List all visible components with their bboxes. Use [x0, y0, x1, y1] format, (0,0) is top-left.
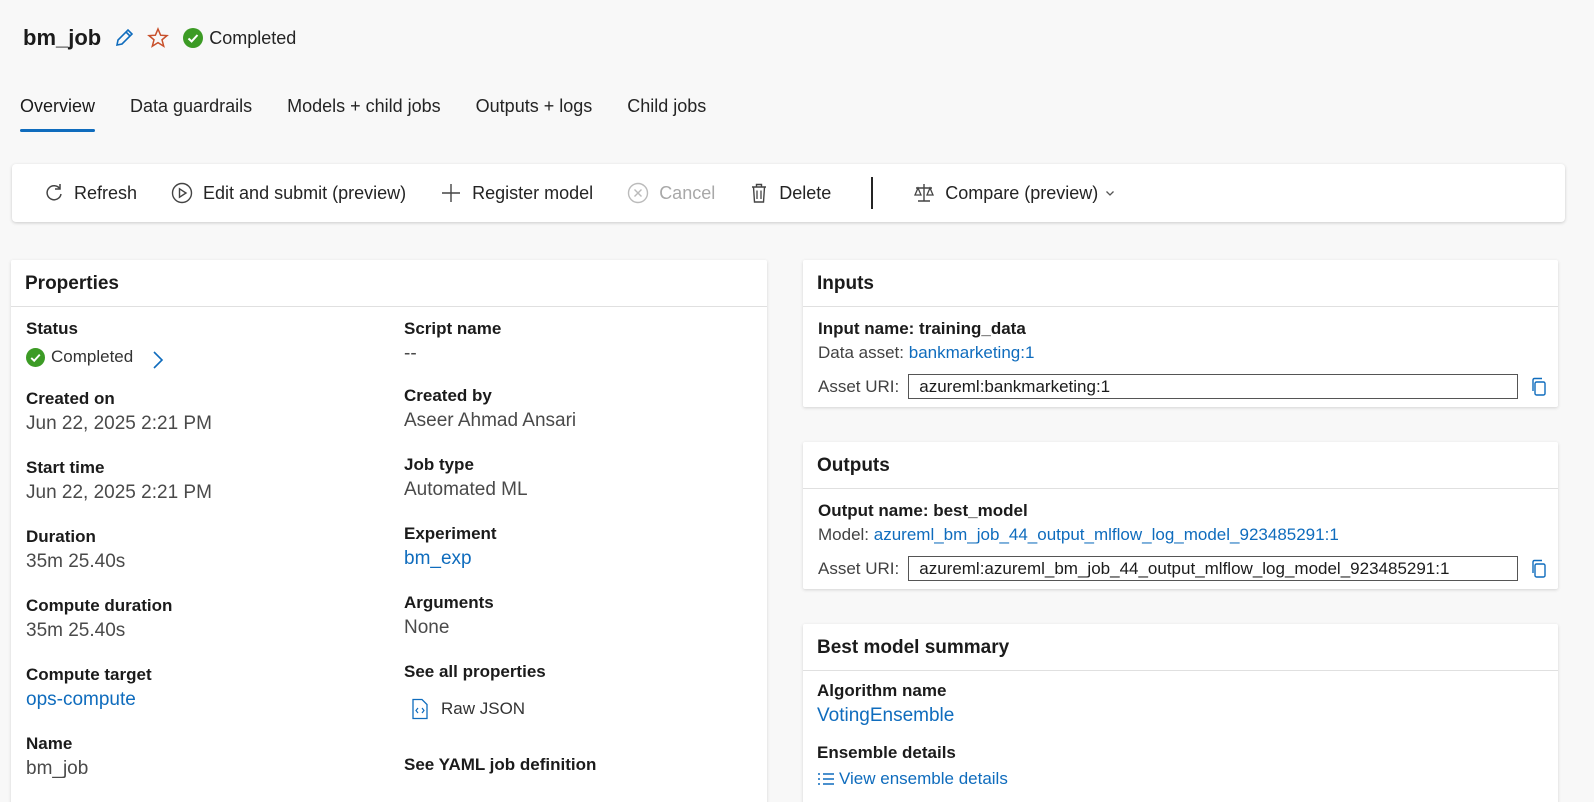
tab-outputs-logs[interactable]: Outputs + logs	[476, 92, 593, 132]
input-name: Input name: training_data	[818, 319, 1026, 338]
status-label: Status	[26, 319, 78, 338]
edit-pencil-icon[interactable]	[113, 27, 135, 49]
model-link[interactable]: azureml_bm_job_44_output_mlflow_log_mode…	[874, 525, 1339, 544]
job-type-value: Automated ML	[404, 479, 528, 500]
edit-submit-label: Edit and submit (preview)	[203, 182, 407, 203]
input-asset-uri-field[interactable]: azureml:bankmarketing:1	[908, 374, 1519, 399]
code-file-icon	[412, 698, 428, 720]
delete-label: Delete	[779, 182, 832, 203]
cancel-label: Cancel	[659, 182, 716, 203]
refresh-label: Refresh	[74, 182, 138, 203]
compute-duration-value: 35m 25.40s	[26, 620, 126, 641]
model-row: Model: azureml_bm_job_44_output_mlflow_l…	[818, 525, 1339, 545]
compare-label: Compare (preview)	[945, 182, 1099, 203]
output-asset-uri-field[interactable]: azureml:azureml_bm_job_44_output_mlflow_…	[908, 556, 1519, 581]
inputs-card: Inputs Input name: training_data Data as…	[803, 260, 1558, 407]
input-asset-uri-row: Asset URI: azureml:bankmarketing:1	[818, 374, 1548, 399]
delete-button[interactable]: Delete	[749, 182, 831, 204]
compute-duration-label: Compute duration	[26, 596, 173, 615]
created-by-label: Created by	[404, 386, 492, 405]
tab-bar: Overview Data guardrails Models + child …	[20, 92, 741, 132]
created-on-label: Created on	[26, 389, 115, 408]
scale-icon	[914, 184, 935, 202]
register-model-label: Register model	[472, 182, 594, 203]
name-label: Name	[26, 734, 73, 753]
copy-icon[interactable]	[1530, 559, 1548, 579]
chevron-right-icon[interactable]	[151, 350, 165, 370]
experiment-link[interactable]: bm_exp	[404, 548, 497, 574]
duration-label: Duration	[26, 527, 96, 546]
raw-json-label: Raw JSON	[441, 699, 526, 718]
status-text: Completed	[209, 27, 297, 48]
output-asset-uri-row: Asset URI: azureml:azureml_bm_job_44_out…	[818, 556, 1548, 581]
trash-icon	[752, 183, 767, 203]
edit-submit-button[interactable]: Edit and submit (preview)	[171, 182, 406, 204]
created-by-value: Aseer Ahmad Ansari	[404, 410, 577, 431]
check-circle-icon	[183, 28, 204, 48]
tab-models-child-jobs[interactable]: Models + child jobs	[287, 92, 441, 132]
yaml-definition-label: See YAML job definition	[404, 755, 597, 774]
view-ensemble-label: View ensemble details	[839, 769, 1008, 788]
asset-uri-label: Asset URI:	[818, 376, 900, 396]
outputs-header: Outputs	[803, 442, 1558, 489]
best-model-header: Best model summary	[803, 624, 1558, 671]
refresh-button[interactable]: Refresh	[44, 182, 137, 204]
status-value-text: Completed	[51, 347, 134, 366]
inputs-header: Inputs	[803, 260, 1558, 307]
output-name: Output name: best_model	[818, 501, 1028, 520]
play-circle-icon	[171, 182, 193, 204]
refresh-icon	[46, 184, 62, 201]
outputs-card: Outputs Output name: best_model Model: a…	[803, 442, 1558, 589]
created-on-value: Jun 22, 2025 2:21 PM	[26, 413, 212, 434]
script-name-label: Script name	[404, 319, 502, 338]
status-value: Completed	[26, 347, 133, 367]
properties-card: Properties Status Completed Created on J…	[11, 260, 767, 802]
duration-value: 35m 25.40s	[26, 551, 126, 572]
compute-target-link[interactable]: ops-compute	[26, 689, 152, 715]
copy-icon[interactable]	[1530, 377, 1548, 397]
raw-json-link[interactable]: Raw JSON	[411, 698, 546, 720]
dismiss-circle-icon	[627, 182, 649, 204]
name-value: bm_job	[26, 758, 89, 779]
see-all-properties-label: See all properties	[404, 662, 546, 681]
start-time-value: Jun 22, 2025 2:21 PM	[26, 482, 212, 503]
compare-button[interactable]: Compare (preview)	[913, 182, 1126, 204]
ensemble-label: Ensemble details	[817, 743, 956, 762]
check-circle-icon	[26, 347, 45, 367]
arguments-value: None	[404, 617, 450, 638]
job-type-label: Job type	[404, 455, 474, 474]
model-label: Model:	[818, 525, 870, 544]
asset-uri-label: Asset URI:	[818, 558, 900, 578]
title-row: bm_job Completed	[23, 22, 296, 54]
tab-child-jobs[interactable]: Child jobs	[627, 92, 706, 132]
algorithm-link[interactable]: VotingEnsemble	[817, 705, 1008, 731]
best-model-card: Best model summary Algorithm name Voting…	[803, 624, 1558, 802]
data-asset-label: Data asset:	[818, 343, 904, 362]
algorithm-label: Algorithm name	[817, 681, 947, 700]
chevron-down-icon	[1106, 191, 1115, 196]
script-name-value: --	[404, 343, 417, 364]
toolbar-divider	[871, 177, 874, 209]
arguments-label: Arguments	[404, 593, 494, 612]
command-bar: Refresh Edit and submit (preview) Regist…	[12, 164, 1565, 222]
tab-overview[interactable]: Overview	[20, 92, 96, 132]
tab-data-guardrails[interactable]: Data guardrails	[130, 92, 252, 132]
cancel-button[interactable]: Cancel	[627, 182, 715, 204]
star-icon[interactable]	[147, 27, 170, 49]
register-model-button[interactable]: Register model	[440, 182, 593, 204]
data-asset-row: Data asset: bankmarketing:1	[818, 343, 1034, 363]
start-time-label: Start time	[26, 458, 105, 477]
plus-icon	[442, 184, 461, 202]
properties-header: Properties	[11, 260, 767, 307]
page-title: bm_job	[23, 25, 102, 50]
list-icon	[818, 773, 834, 785]
data-asset-link[interactable]: bankmarketing:1	[909, 343, 1035, 362]
status-badge: Completed	[183, 28, 296, 49]
experiment-label: Experiment	[404, 524, 497, 543]
view-ensemble-link[interactable]: View ensemble details	[817, 767, 1008, 791]
compute-target-label: Compute target	[26, 665, 152, 684]
